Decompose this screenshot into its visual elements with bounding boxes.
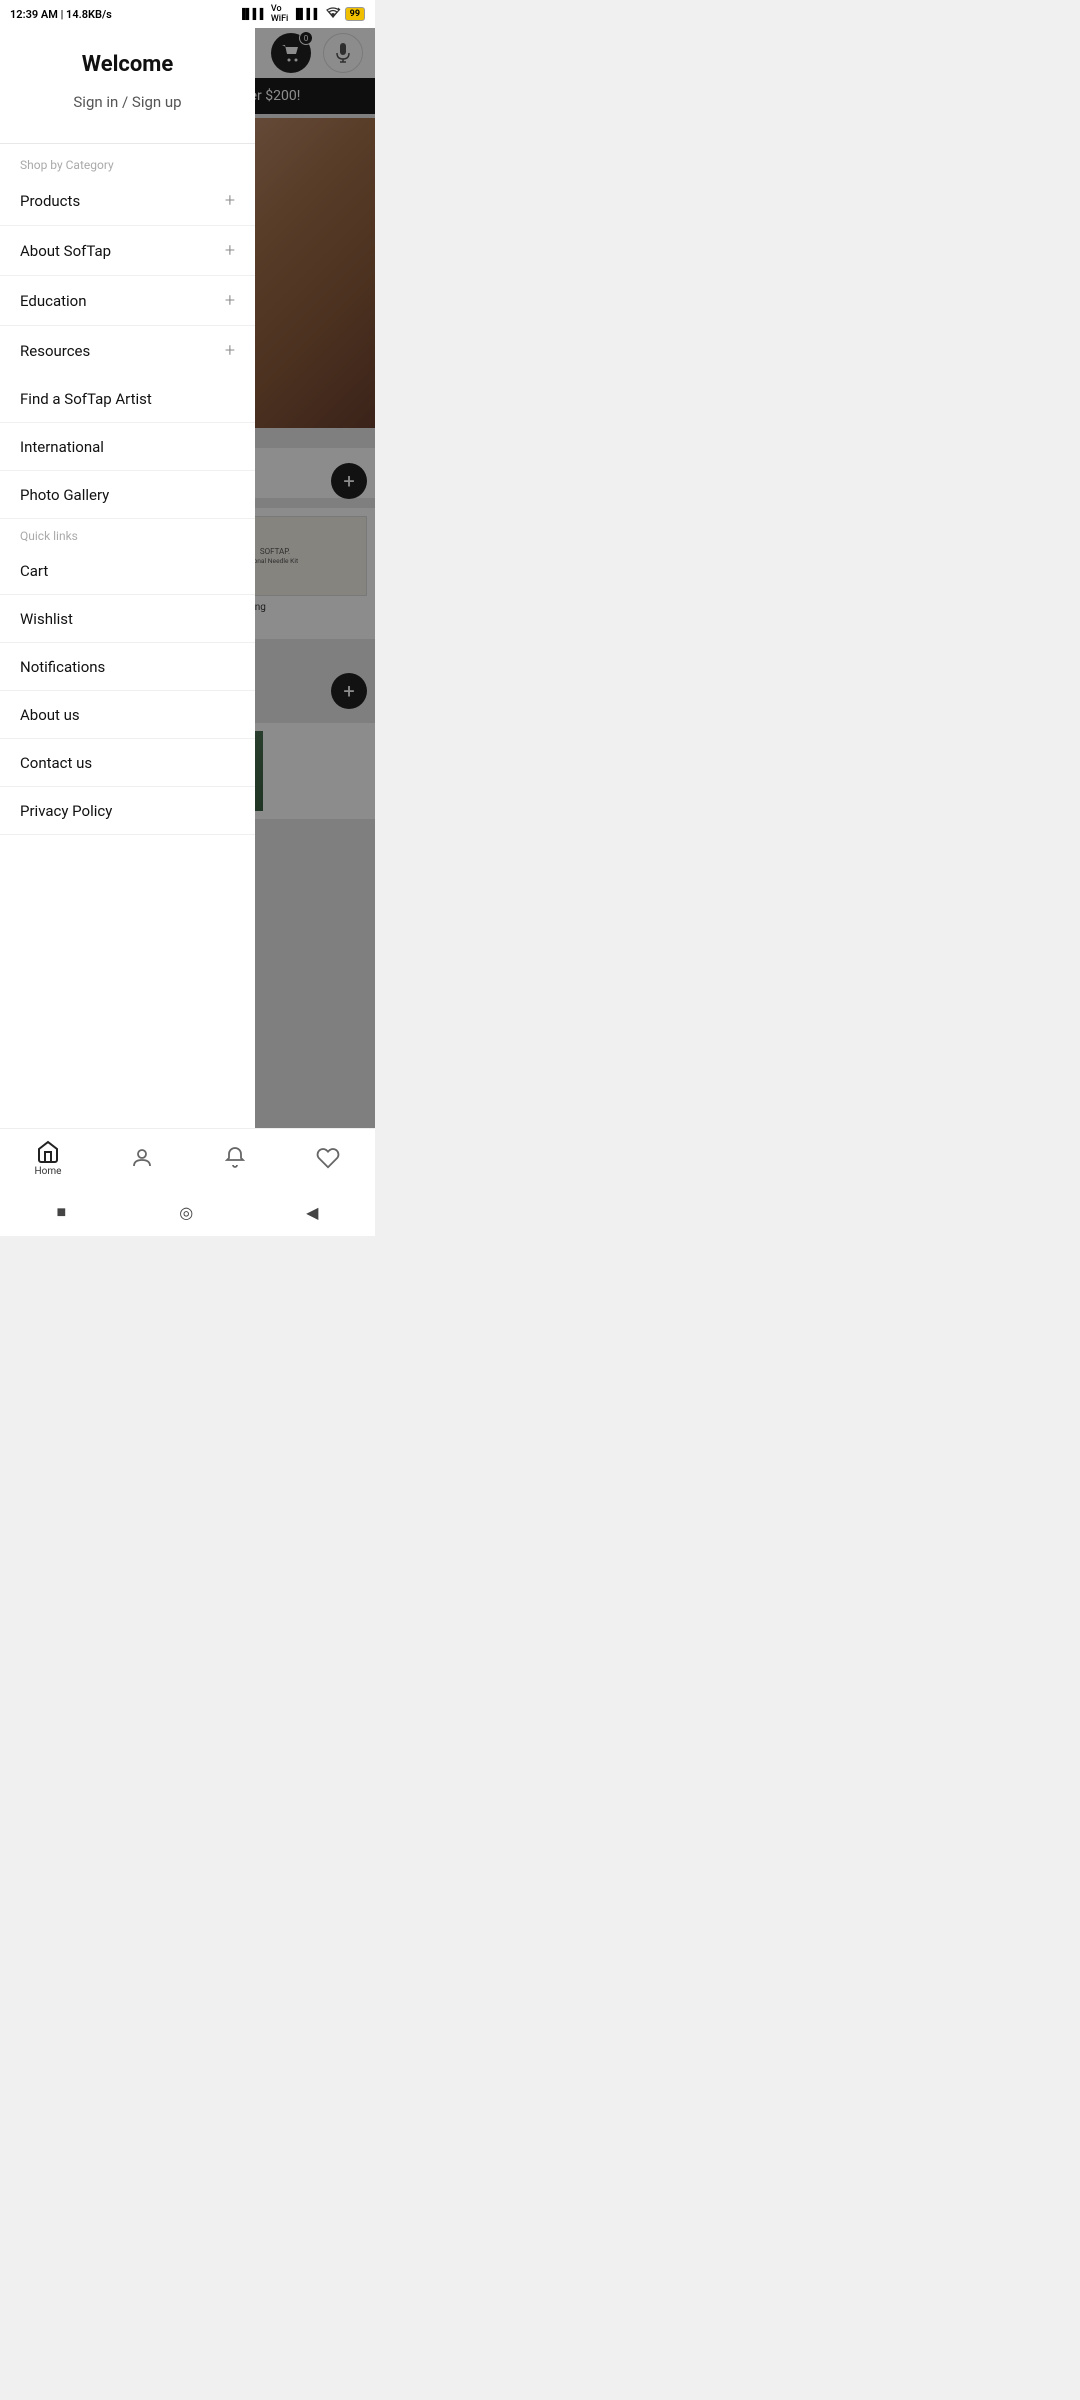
- shop-by-category-label: Shop by Category: [0, 148, 255, 176]
- menu-label-products: Products: [20, 192, 80, 210]
- menu-item-about-softap[interactable]: About SofTap +: [0, 226, 255, 276]
- menu-item-products[interactable]: Products +: [0, 176, 255, 226]
- menu-item-international[interactable]: International: [0, 423, 255, 471]
- drawer-expandable-items: Products + About SofTap + Education + Re…: [0, 176, 255, 375]
- menu-item-notifications[interactable]: Notifications: [0, 643, 255, 691]
- nav-home[interactable]: Home: [35, 1140, 62, 1177]
- menu-item-about-us[interactable]: About us: [0, 691, 255, 739]
- android-back-button[interactable]: ◀: [306, 1203, 318, 1222]
- drawer-overlay[interactable]: [255, 28, 375, 1128]
- menu-item-contact-us[interactable]: Contact us: [0, 739, 255, 787]
- menu-label-photo-gallery: Photo Gallery: [20, 486, 109, 504]
- menu-label-contact-us: Contact us: [20, 754, 92, 772]
- expand-icon-about-softap: +: [225, 240, 235, 261]
- menu-label-about-softap: About SofTap: [20, 242, 111, 260]
- nav-notifications[interactable]: [223, 1146, 247, 1172]
- battery-badge: 99: [345, 7, 365, 21]
- menu-item-cart[interactable]: Cart: [0, 547, 255, 595]
- menu-item-photo-gallery[interactable]: Photo Gallery: [0, 471, 255, 519]
- menu-label-education: Education: [20, 292, 87, 310]
- app-container: 0 er $200! ducts +: [0, 28, 375, 1128]
- quick-links-label: Quick links: [0, 519, 255, 547]
- vo-wifi-label: VoWiFi: [271, 4, 288, 24]
- drawer-title: Welcome: [20, 52, 235, 77]
- expand-icon-education: +: [225, 290, 235, 311]
- expand-icon-products: +: [225, 190, 235, 211]
- menu-label-cart: Cart: [20, 562, 48, 580]
- menu-label-notifications: Notifications: [20, 658, 105, 676]
- android-home-button[interactable]: ◎: [179, 1203, 193, 1222]
- expand-icon-resources: +: [225, 340, 235, 361]
- side-drawer: Welcome Sign in / Sign up Shop by Catego…: [0, 28, 255, 1128]
- menu-item-find-artist[interactable]: Find a SofTap Artist: [0, 375, 255, 423]
- menu-item-resources[interactable]: Resources +: [0, 326, 255, 375]
- status-icons: ▐▌▌▌ VoWiFi ▐▌▌▌ 99: [239, 4, 365, 24]
- menu-label-privacy-policy: Privacy Policy: [20, 802, 112, 820]
- drawer-header: Welcome Sign in / Sign up: [0, 28, 255, 143]
- drawer-divider-1: [0, 143, 255, 144]
- wifi-icon: ▐▌▌▌: [292, 9, 320, 20]
- menu-item-education[interactable]: Education +: [0, 276, 255, 326]
- bottom-navigation: Home: [0, 1128, 375, 1188]
- signal-icon: ▐▌▌▌: [239, 9, 267, 20]
- nav-home-label: Home: [35, 1166, 62, 1177]
- menu-label-international: International: [20, 438, 104, 456]
- nav-wishlist[interactable]: [316, 1146, 340, 1172]
- status-bar: 12:39 AM | 14.8KB/s ▐▌▌▌ VoWiFi ▐▌▌▌ 99: [0, 0, 375, 28]
- wifi-signal-icon: [325, 7, 341, 22]
- nav-profile[interactable]: [130, 1146, 154, 1172]
- menu-item-privacy-policy[interactable]: Privacy Policy: [0, 787, 255, 835]
- menu-label-about-us: About us: [20, 706, 80, 724]
- drawer-signin-link[interactable]: Sign in / Sign up: [20, 93, 235, 111]
- menu-label-find-artist: Find a SofTap Artist: [20, 390, 152, 408]
- status-time: 12:39 AM | 14.8KB/s: [10, 8, 112, 21]
- android-navigation-bar: ■ ◎ ◀: [0, 1188, 375, 1236]
- menu-label-wishlist: Wishlist: [20, 610, 73, 628]
- android-recents-button[interactable]: ■: [57, 1202, 67, 1222]
- menu-label-resources: Resources: [20, 342, 90, 360]
- menu-item-wishlist[interactable]: Wishlist: [0, 595, 255, 643]
